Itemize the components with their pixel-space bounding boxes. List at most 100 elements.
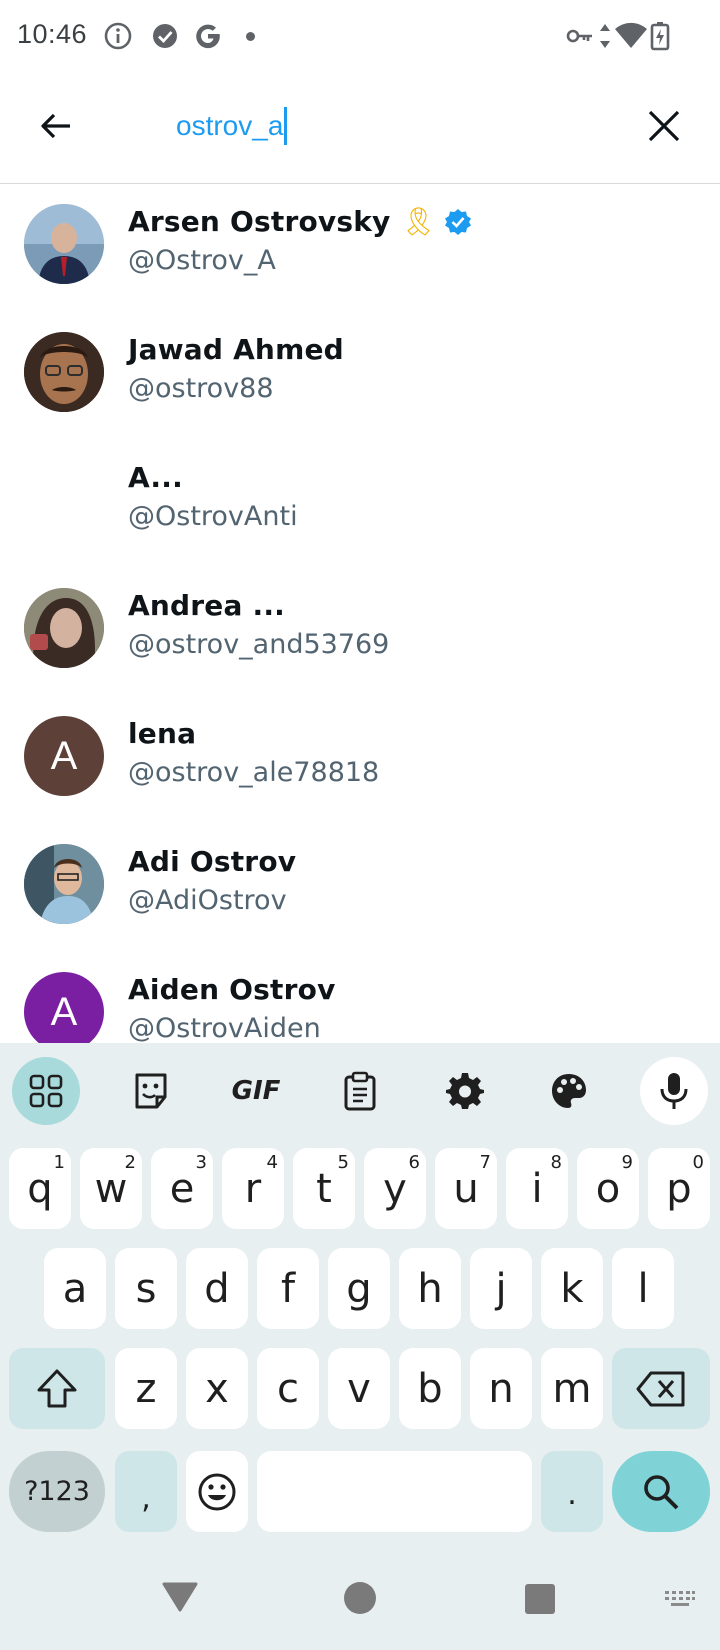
period-key[interactable]: . [541,1451,603,1532]
key-label: , [141,1481,151,1516]
name-line: Arsen Ostrovsky 🎗 [128,205,472,238]
key-hint: 6 [408,1152,420,1173]
user-handle: @ostrov_ale78818 [128,757,380,788]
clipboard-button[interactable] [326,1057,394,1125]
settings-button[interactable] [431,1057,499,1125]
key-label: z [135,1365,157,1412]
display-name: lena [128,717,197,750]
key-q[interactable]: q1 [9,1148,71,1229]
key-y[interactable]: y6 [364,1148,426,1229]
home-circle-icon[interactable] [343,1581,377,1615]
display-name: Jawad Ahmed [128,333,344,366]
key-r[interactable]: r4 [222,1148,284,1229]
key-d[interactable]: d [186,1248,248,1329]
close-icon [648,110,680,142]
search-header: ostrov_a [0,74,720,184]
key-label: h [417,1265,443,1312]
result-row[interactable]: A lena @ostrov_ale78818 [0,697,720,825]
apps-grid-icon [29,1074,63,1108]
key-g[interactable]: g [328,1248,390,1329]
microphone-icon [660,1073,688,1109]
clear-search-button[interactable] [640,102,688,150]
key-a[interactable]: a [44,1248,106,1329]
key-c[interactable]: c [257,1348,319,1429]
key-h[interactable]: h [399,1248,461,1329]
key-i[interactable]: i8 [506,1148,568,1229]
avatar-initial: A [50,989,78,1034]
result-row[interactable]: Arsen Ostrovsky 🎗 @Ostrov_A [0,185,720,313]
keyboard-switch-icon[interactable] [664,1590,696,1608]
key-w[interactable]: w2 [80,1148,142,1229]
arrow-left-icon [41,113,70,139]
key-label: f [280,1265,296,1312]
shift-arrow-icon [37,1369,77,1407]
avatar[interactable]: A [24,972,104,1045]
key-p[interactable]: p0 [648,1148,710,1229]
sticker-icon [135,1073,167,1109]
key-k[interactable]: k [541,1248,603,1329]
avatar[interactable] [24,588,104,668]
apps-grid-button[interactable] [12,1057,80,1125]
key-v[interactable]: v [328,1348,390,1429]
status-time: 10:46 [17,19,88,49]
display-name: Andrea ... [128,589,285,622]
result-row[interactable]: Adi Ostrov @AdiOstrov [0,825,720,953]
result-row[interactable]: A Aiden Ostrov @OstrovAiden [0,953,720,1045]
space-key[interactable] [257,1451,532,1532]
avatar[interactable] [24,204,104,284]
sticker-button[interactable] [117,1057,185,1125]
back-button[interactable] [32,102,80,150]
key-u[interactable]: u7 [435,1148,497,1229]
profile-photo [24,844,104,924]
system-navigation-bar [0,1548,720,1650]
avatar[interactable]: A [24,716,104,796]
key-label: b [417,1365,443,1412]
key-n[interactable]: n [470,1348,532,1429]
key-label: a [62,1265,88,1312]
key-b[interactable]: b [399,1348,461,1429]
key-hint: 0 [692,1152,704,1173]
avatar-initial: A [50,733,78,778]
voice-input-button[interactable] [640,1057,708,1125]
key-label: w [94,1165,128,1212]
key-x[interactable]: x [186,1348,248,1429]
key-f[interactable]: f [257,1248,319,1329]
key-s[interactable]: s [115,1248,177,1329]
name-line: Adi Ostrov [128,845,296,878]
search-query-text: ostrov_a [176,110,284,141]
key-label: n [488,1365,514,1412]
key-t[interactable]: t5 [293,1148,355,1229]
result-row[interactable]: Jawad Ahmed @ostrov88 [0,313,720,441]
key-l[interactable]: l [612,1248,674,1329]
key-label: q [27,1165,53,1212]
key-label: d [204,1265,230,1312]
avatar[interactable] [24,332,104,412]
key-o[interactable]: o9 [577,1148,639,1229]
result-row[interactable]: A... @OstrovAnti [0,441,720,569]
result-row[interactable]: Andrea ... @ostrov_and53769 [0,569,720,697]
backspace-key[interactable] [612,1348,710,1429]
symbols-key[interactable]: ?123 [9,1451,105,1532]
emoji-key[interactable] [186,1451,248,1532]
key-label: s [135,1265,157,1312]
back-triangle-icon[interactable] [160,1580,200,1614]
shift-key[interactable] [9,1348,105,1429]
key-z[interactable]: z [115,1348,177,1429]
key-e[interactable]: e3 [151,1148,213,1229]
search-input[interactable]: ostrov_a [176,104,288,148]
gif-button[interactable]: GIF [222,1057,290,1125]
comma-key[interactable]: , [115,1451,177,1532]
recents-square-icon[interactable] [524,1583,556,1615]
display-name: Aiden Ostrov [128,973,336,1006]
key-m[interactable]: m [541,1348,603,1429]
key-j[interactable]: j [470,1248,532,1329]
search-key[interactable] [612,1451,710,1532]
key-label: e [169,1165,195,1212]
theme-button[interactable] [535,1057,603,1125]
google-icon [196,24,220,49]
key-label: j [495,1265,507,1312]
avatar[interactable] [24,844,104,924]
yellow-ribbon-icon: 🎗 [400,206,437,237]
profile-photo [24,332,104,412]
battery-charging-icon [650,22,670,51]
